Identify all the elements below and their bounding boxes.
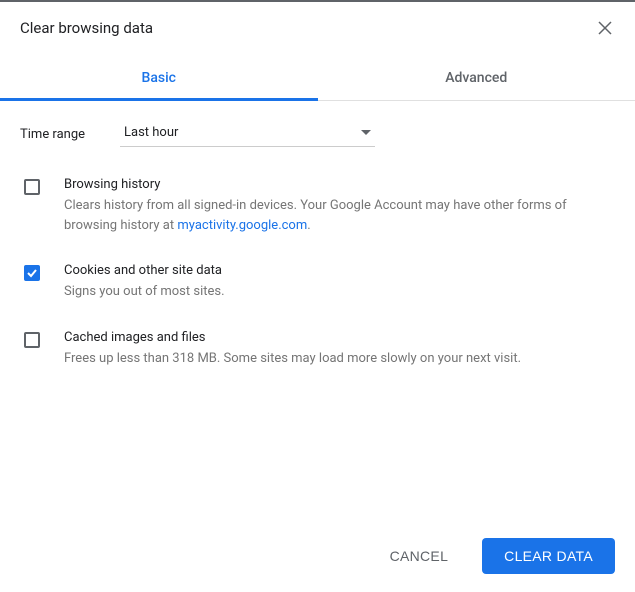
chevron-down-icon: [361, 130, 371, 135]
option-title: Cached images and files: [64, 330, 615, 345]
tabs: Basic Advanced: [0, 56, 635, 101]
dialog-footer: CANCEL CLEAR DATA: [0, 520, 635, 592]
option-cached: Cached images and files Frees up less th…: [20, 330, 615, 369]
time-range-select[interactable]: Last hour: [120, 121, 375, 147]
time-range-value: Last hour: [124, 125, 178, 140]
close-icon: [597, 20, 613, 36]
option-text: Cached images and files Frees up less th…: [64, 330, 615, 369]
option-cookies: Cookies and other site data Signs you ou…: [20, 263, 615, 302]
checkbox-cookies[interactable]: [24, 265, 40, 281]
option-text: Cookies and other site data Signs you ou…: [64, 263, 615, 302]
cancel-button[interactable]: CANCEL: [368, 538, 471, 574]
option-title: Cookies and other site data: [64, 263, 615, 278]
option-browsing-history: Browsing history Clears history from all…: [20, 177, 615, 235]
tab-advanced[interactable]: Advanced: [318, 56, 635, 100]
desc-prefix: Clears history from all signed-in device…: [64, 198, 567, 233]
clear-data-button[interactable]: CLEAR DATA: [482, 538, 615, 574]
dialog-title: Clear browsing data: [20, 19, 153, 37]
checkbox-cached[interactable]: [24, 332, 40, 348]
tab-basic[interactable]: Basic: [0, 56, 318, 100]
option-desc: Clears history from all signed-in device…: [64, 196, 615, 235]
dialog-header: Clear browsing data: [0, 2, 635, 46]
option-desc: Signs you out of most sites.: [64, 282, 615, 302]
option-text: Browsing history Clears history from all…: [64, 177, 615, 235]
option-title: Browsing history: [64, 177, 615, 192]
myactivity-link[interactable]: myactivity.google.com: [177, 218, 307, 233]
time-range-row: Time range Last hour: [20, 121, 615, 147]
desc-suffix: .: [307, 218, 310, 233]
close-button[interactable]: [595, 18, 615, 38]
dialog-content: Time range Last hour Browsing history Cl…: [0, 101, 635, 368]
clear-browsing-data-dialog: Clear browsing data Basic Advanced Time …: [0, 2, 635, 368]
time-range-label: Time range: [20, 127, 120, 142]
checkbox-browsing-history[interactable]: [24, 179, 40, 195]
option-desc: Frees up less than 318 MB. Some sites ma…: [64, 349, 615, 369]
